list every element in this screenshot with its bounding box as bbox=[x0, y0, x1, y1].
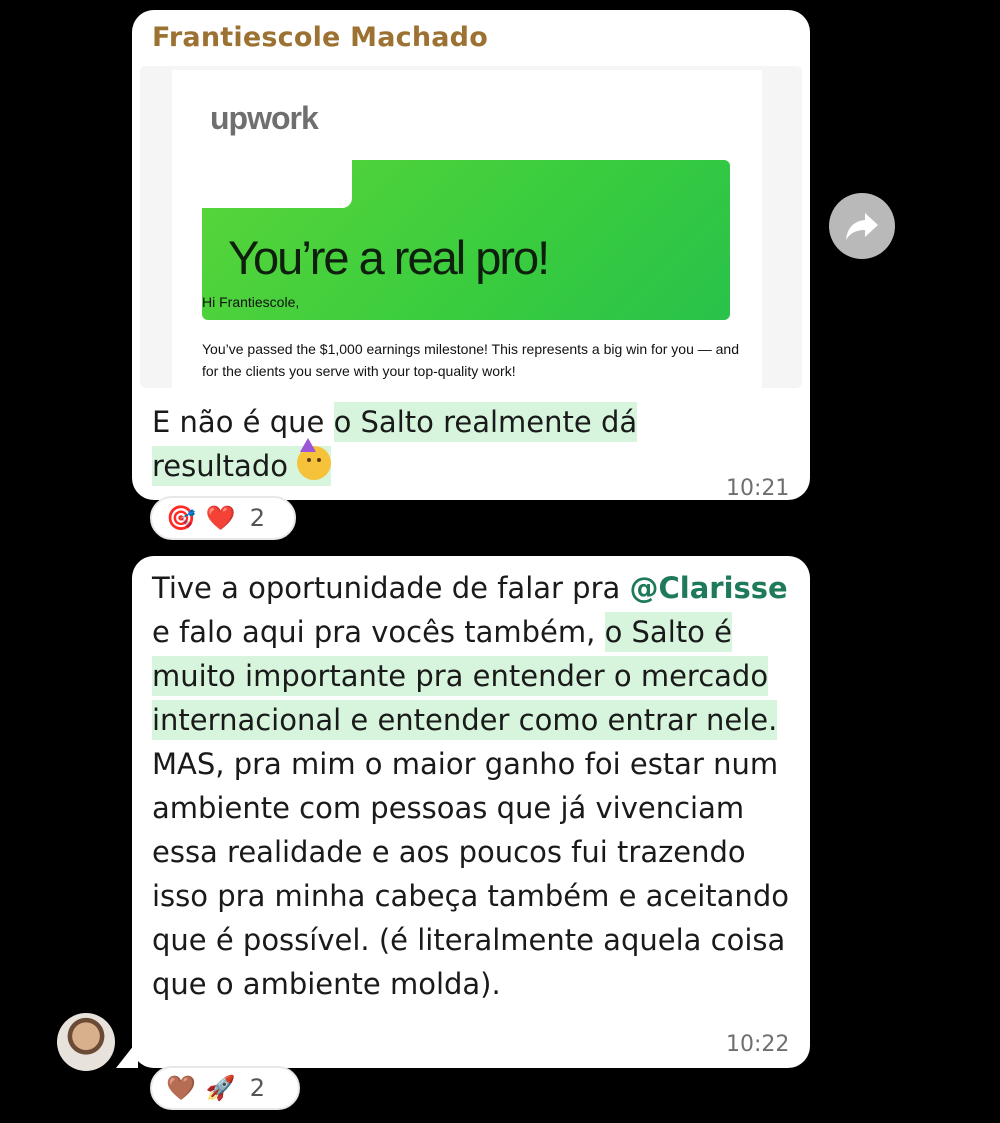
mention-link[interactable]: @Clarisse bbox=[629, 571, 787, 605]
email-greeting: Hi Frantiescole, bbox=[202, 294, 300, 310]
highlighted-word: resultado bbox=[152, 449, 288, 483]
reactions-bar-1[interactable]: 🎯 ❤️ 2 bbox=[150, 496, 296, 540]
message-intro: Tive a oportunidade de falar pra bbox=[152, 571, 630, 605]
upwork-email-card: upwork You’re a real pro! Hi Frantiescol… bbox=[172, 70, 762, 388]
image-attachment[interactable]: upwork You’re a real pro! Hi Frantiescol… bbox=[140, 66, 802, 388]
target-emoji-icon: 🎯 bbox=[166, 504, 196, 532]
message-bubble-2[interactable]: Tive a oportunidade de falar pra @Claris… bbox=[132, 556, 810, 1068]
rocket-emoji-icon: 🚀 bbox=[205, 1074, 236, 1102]
user-avatar[interactable] bbox=[57, 1013, 115, 1071]
forward-arrow-icon bbox=[846, 213, 878, 240]
message-timestamp: 10:21 bbox=[726, 476, 790, 501]
forward-button[interactable] bbox=[829, 193, 895, 259]
message-timestamp: 10:22 bbox=[726, 1032, 790, 1057]
brown-heart-emoji-icon: 🤎 bbox=[166, 1074, 196, 1102]
message-rest: MAS, pra mim o maior ganho foi estar num… bbox=[152, 747, 789, 1001]
reaction-count: 2 bbox=[249, 504, 266, 532]
message-text-2: Tive a oportunidade de falar pra @Claris… bbox=[152, 566, 802, 1006]
sender-name[interactable]: Frantiescole Machado bbox=[152, 22, 488, 53]
highlighted-text: o Salto realmente dá bbox=[333, 402, 638, 442]
reaction-count: 2 bbox=[249, 1074, 266, 1102]
reactions-bar-2[interactable]: 🤎 🚀 2 bbox=[150, 1066, 300, 1110]
email-body: You’ve passed the $1,000 earnings milest… bbox=[202, 341, 739, 379]
heart-emoji-icon: ❤️ bbox=[205, 504, 236, 532]
message-after-mention: e falo aqui pra vocês também, bbox=[152, 615, 596, 649]
upwork-logo: upwork bbox=[210, 100, 319, 136]
banner-notch bbox=[202, 156, 352, 208]
email-headline: You’re a real pro! bbox=[228, 231, 550, 284]
partying-face-emoji-icon bbox=[297, 438, 332, 480]
message-plain-text: E não é que bbox=[152, 405, 334, 439]
message-text-1: E não é que o Salto realmente dá resulta… bbox=[152, 400, 712, 488]
message-bubble-1[interactable]: Frantiescole Machado upwork You’re a rea… bbox=[132, 10, 810, 501]
highlighted-text-2: resultado bbox=[152, 438, 332, 486]
